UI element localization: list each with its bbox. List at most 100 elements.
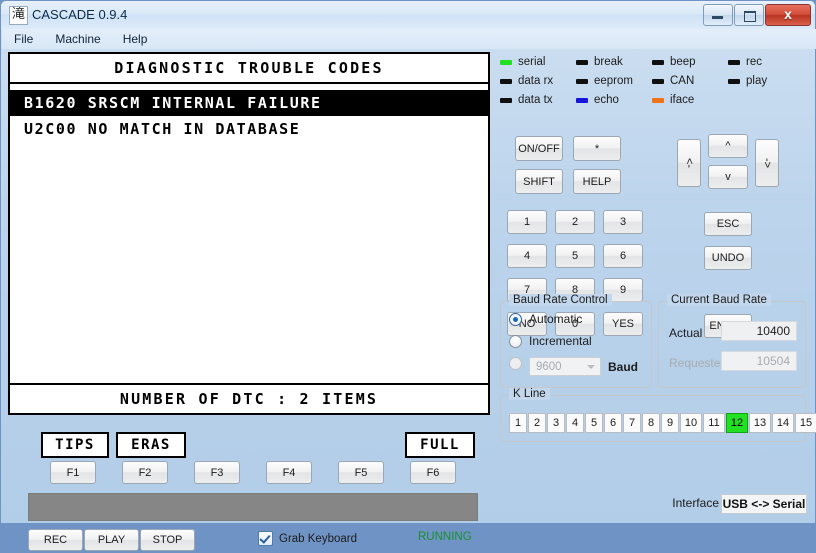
function-key-f2[interactable]: F2 xyxy=(122,461,168,484)
close-button[interactable]: x xyxy=(765,4,811,26)
menu-bar: File Machine Help xyxy=(2,29,816,49)
led-can: CAN xyxy=(652,75,694,87)
minimize-button[interactable] xyxy=(703,4,733,26)
soft-key-eras[interactable]: ERAS xyxy=(116,432,186,458)
k-line-channel-10[interactable]: 10 xyxy=(680,413,702,433)
nav-left-button[interactable]: <- xyxy=(677,139,701,187)
lcd-header: DIAGNOSTIC TROUBLE CODES xyxy=(10,54,488,84)
lcd-body: B1620 SRSCM INTERNAL FAILUREU2C00 NO MAT… xyxy=(10,84,488,142)
radio-automatic[interactable]: Automatic xyxy=(509,312,582,326)
menu-item-help[interactable]: Help xyxy=(123,32,148,46)
soft-key-full[interactable]: FULL xyxy=(405,432,475,458)
led-label: data rx xyxy=(518,75,553,87)
led-play: play xyxy=(728,75,767,87)
led-label: echo xyxy=(594,94,619,106)
current-baud-rate-group: Current Baud Rate Actual 10400 Requested… xyxy=(658,301,806,388)
rec-button[interactable]: REC xyxy=(28,529,83,551)
led-label: data tx xyxy=(518,94,553,106)
radio-automatic-label: Automatic xyxy=(529,312,582,326)
function-key-f6[interactable]: F6 xyxy=(410,461,456,484)
k-line-channel-8[interactable]: 8 xyxy=(642,413,660,433)
k-line-channel-9[interactable]: 9 xyxy=(661,413,679,433)
radio-custom-baud-icon xyxy=(509,357,522,370)
radio-incremental[interactable]: Incremental xyxy=(509,334,592,348)
function-key-f3[interactable]: F3 xyxy=(194,461,240,484)
k-line-channel-15[interactable]: 15 xyxy=(795,413,816,433)
led-data-tx: data tx xyxy=(500,94,553,106)
function-key-f4[interactable]: F4 xyxy=(266,461,312,484)
interface-label: Interface xyxy=(672,496,719,510)
k-line-channel-14[interactable]: 14 xyxy=(772,413,794,433)
keypad-button-6[interactable]: 6 xyxy=(603,244,643,268)
led-break: break xyxy=(576,56,623,68)
app-icon: 滝 xyxy=(9,6,28,25)
keypad-button-on-off[interactable]: ON/OFF xyxy=(515,136,563,161)
k-line-channel-4[interactable]: 4 xyxy=(566,413,584,433)
lcd-line[interactable]: B1620 SRSCM INTERNAL FAILURE xyxy=(10,90,488,116)
keypad-button-2[interactable]: 2 xyxy=(555,210,595,234)
window-title: CASCADE 0.9.4 xyxy=(32,6,127,24)
led-indicator-icon xyxy=(576,79,588,84)
grab-keyboard-checkbox[interactable]: Grab Keyboard xyxy=(258,531,357,546)
title-bar: 滝 CASCADE 0.9.4 x xyxy=(1,1,815,29)
led-beep: beep xyxy=(652,56,696,68)
actual-baud-label: Actual xyxy=(669,326,702,340)
stop-button[interactable]: STOP xyxy=(140,529,195,551)
led-indicator-icon xyxy=(652,60,664,65)
baud-rate-select[interactable]: 9600 xyxy=(529,357,601,376)
nav-right-button-label: -> xyxy=(761,158,773,168)
nav-up-button[interactable]: ^ xyxy=(708,134,748,158)
function-key-f5[interactable]: F5 xyxy=(338,461,384,484)
k-line-channel-3[interactable]: 3 xyxy=(547,413,565,433)
led-rec: rec xyxy=(728,56,762,68)
maximize-button[interactable] xyxy=(734,4,764,26)
k-line-channel-11[interactable]: 11 xyxy=(703,413,725,433)
nav-up-button-label: ^ xyxy=(725,140,730,152)
keypad-button-4[interactable]: 4 xyxy=(507,244,547,268)
led-indicator-icon xyxy=(576,98,588,103)
nav-down-button-label: v xyxy=(725,171,731,183)
function-key-f1[interactable]: F1 xyxy=(50,461,96,484)
undo-button-label: UNDO xyxy=(712,252,744,264)
nav-down-button[interactable]: v xyxy=(708,165,748,189)
menu-item-machine[interactable]: Machine xyxy=(55,32,100,46)
actual-baud-value: 10400 xyxy=(721,321,797,341)
requested-baud-label: Requested xyxy=(669,356,727,370)
lcd-line[interactable]: U2C00 NO MATCH IN DATABASE xyxy=(10,116,488,142)
baud-rate-select-value: 9600 xyxy=(536,361,562,373)
k-line-channel-7[interactable]: 7 xyxy=(623,413,641,433)
k-line-channel-2[interactable]: 2 xyxy=(528,413,546,433)
k-line-channel-13[interactable]: 13 xyxy=(749,413,771,433)
application-window: 滝 CASCADE 0.9.4 x File Machine Help DIAG… xyxy=(0,0,816,524)
window-controls: x xyxy=(702,4,811,25)
led-serial: serial xyxy=(500,56,545,68)
k-line-channel-6[interactable]: 6 xyxy=(604,413,622,433)
soft-key-tips[interactable]: TIPS xyxy=(41,432,109,458)
nav-left-button-label: <- xyxy=(683,158,695,168)
menu-item-file[interactable]: File xyxy=(14,32,33,46)
k-line-channel-5[interactable]: 5 xyxy=(585,413,603,433)
keypad-button-5[interactable]: 5 xyxy=(555,244,595,268)
keypad-button-1[interactable]: 1 xyxy=(507,210,547,234)
keypad-button-help[interactable]: HELP xyxy=(573,169,621,194)
undo-button[interactable]: UNDO xyxy=(704,246,752,270)
baud-unit-label: Baud xyxy=(608,360,638,374)
led-label: beep xyxy=(670,56,696,68)
radio-custom-baud[interactable] xyxy=(509,357,522,370)
led-label: break xyxy=(594,56,623,68)
k-line-channel-1[interactable]: 1 xyxy=(509,413,527,433)
led-iface: iface xyxy=(652,94,694,106)
lcd-display: DIAGNOSTIC TROUBLE CODES B1620 SRSCM INT… xyxy=(8,52,490,415)
keypad-button-shift[interactable]: SHIFT xyxy=(515,169,563,194)
led-echo: echo xyxy=(576,94,619,106)
keypad-button-3[interactable]: 3 xyxy=(603,210,643,234)
esc-button[interactable]: ESC xyxy=(704,212,752,236)
led-label: eeprom xyxy=(594,75,633,87)
led-label: rec xyxy=(746,56,762,68)
led-indicator-icon xyxy=(500,79,512,84)
interface-value: USB <-> Serial xyxy=(721,494,807,514)
keypad-button-star[interactable]: * xyxy=(573,136,621,161)
play-button[interactable]: PLAY xyxy=(84,529,139,551)
nav-right-button[interactable]: -> xyxy=(755,139,779,187)
k-line-channel-12[interactable]: 12 xyxy=(726,413,748,433)
